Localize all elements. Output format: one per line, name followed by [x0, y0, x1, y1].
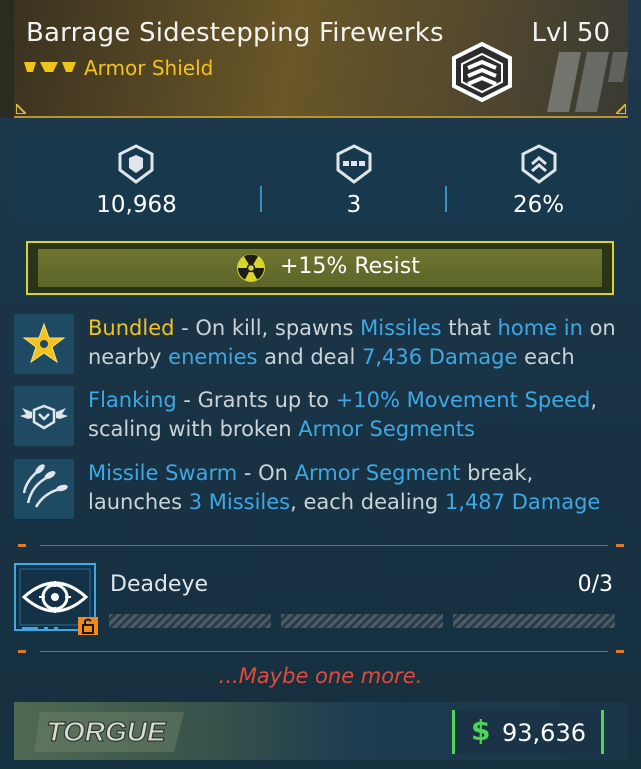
element-resist-bar: +15% Resist	[26, 241, 614, 295]
perk-keyword: home in	[497, 316, 583, 340]
perk-text-segment: , each dealing	[290, 490, 445, 514]
perk-keyword: +10% Movement Speed	[335, 388, 591, 412]
perk-keyword: 7,436 Damage	[361, 345, 518, 369]
armor-segments-icon	[336, 144, 372, 184]
perk-keyword: enemies	[168, 345, 258, 369]
perk-text-segment: - On	[237, 461, 295, 485]
perk-bundled: Bundled - On kill, spawns Missiles that …	[14, 314, 628, 374]
bundled-star-icon	[22, 322, 66, 364]
item-card: Barrage Sidestepping Firewerks Lvl 50 Ar…	[0, 0, 641, 769]
resist-percent-value: 26%	[512, 192, 565, 218]
item-footer: TORGUE $ 93,636	[14, 702, 628, 760]
corner-tick-icon	[616, 104, 626, 114]
stat-divider	[445, 186, 447, 212]
resist-text: +15% Resist	[280, 254, 420, 279]
segments-value: 3	[346, 192, 362, 218]
shield-capacity-icon	[118, 144, 154, 184]
rank-bar	[109, 614, 271, 628]
skill-name: Deadeye	[110, 572, 209, 597]
perk-text-segment: each	[517, 345, 575, 369]
radiation-icon	[237, 254, 265, 282]
rank-bar	[453, 614, 615, 628]
perk-text-segment: - Grants up to	[176, 388, 336, 412]
perk-keyword: Armor Segment	[294, 461, 461, 485]
manufacturer-stripes-icon	[547, 52, 628, 112]
perk-text-segment: and deal	[257, 345, 362, 369]
stat-divider	[260, 186, 262, 212]
stat-resist-percent: 26%	[449, 134, 628, 222]
item-name: Barrage Sidestepping Firewerks	[26, 18, 444, 48]
perk-keyword: 3 Missiles	[188, 490, 291, 514]
svg-text:TORGUE: TORGUE	[46, 716, 167, 747]
stat-segments: 3	[264, 134, 444, 222]
resist-chevron-icon	[521, 144, 557, 184]
eye-target-icon[interactable]	[14, 563, 100, 637]
rank-bar	[281, 614, 443, 628]
flanking-wings-icon	[20, 404, 68, 430]
header-rail	[0, 0, 14, 118]
resist-bar-fill: +15% Resist	[38, 249, 602, 287]
perk-missile-swarm: Missile Swarm - On Armor Segment break, …	[14, 459, 628, 519]
perk-description: Missile Swarm - On Armor Segment break, …	[88, 459, 628, 517]
perk-keyword: 1,487 Damage	[444, 490, 601, 514]
perk-keyword: Bundled	[88, 316, 175, 340]
missile-swarm-icon	[22, 464, 68, 508]
rarity-chevrons-icon	[24, 62, 76, 72]
skill-ranks: 0/3	[577, 572, 613, 597]
dollar-icon: $	[471, 714, 491, 747]
perk-text-segment: - On kill, spawns	[174, 316, 361, 340]
manufacturer-logo: TORGUE	[34, 712, 184, 752]
perk-keyword: Missile Swarm	[88, 461, 238, 485]
capacity-value: 10,968	[96, 192, 177, 218]
perk-text-segment: that	[441, 316, 498, 340]
perk-keyword: Flanking	[88, 388, 177, 412]
flavor-text: ...Maybe one more.	[218, 664, 423, 688]
stat-capacity: 10,968	[14, 134, 259, 222]
perk-icon-frame	[14, 314, 74, 374]
price-value: 93,636	[502, 719, 586, 747]
perk-icon-frame	[14, 459, 74, 519]
perk-flanking: Flanking - Grants up to +10% Movement Sp…	[14, 386, 628, 446]
perk-description: Bundled - On kill, spawns Missiles that …	[88, 314, 628, 372]
perk-description: Flanking - Grants up to +10% Movement Sp…	[88, 386, 628, 444]
section-separator	[14, 648, 628, 656]
item-type: Armor Shield	[84, 56, 214, 80]
corner-tick-icon	[16, 104, 26, 114]
perk-keyword: Armor Segments	[298, 417, 475, 441]
shield-rank-emblem-icon	[452, 42, 512, 102]
item-header: Barrage Sidestepping Firewerks Lvl 50 Ar…	[0, 0, 628, 118]
price-box: $ 93,636	[452, 710, 604, 754]
section-separator	[14, 542, 628, 550]
perk-icon-frame	[14, 386, 74, 446]
perk-keyword: Missiles	[360, 316, 442, 340]
